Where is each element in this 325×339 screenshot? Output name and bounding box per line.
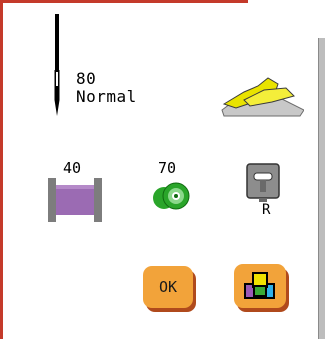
panel-right-edge (318, 38, 325, 339)
bobbin-thread-weight: 70 (158, 159, 177, 177)
needle-size-text: 80 (76, 69, 97, 88)
sewing-needle-icon (54, 14, 60, 116)
bobbin-icon (153, 182, 190, 210)
presser-foot-label: R (262, 202, 271, 218)
needle-type-text: Normal (76, 87, 137, 106)
upper-thread-weight: 40 (63, 159, 82, 177)
thread-spool-icon (48, 178, 102, 222)
ok-button-label: OK (158, 278, 178, 296)
panel-top-border (0, 0, 248, 3)
panel-left-border (0, 0, 3, 339)
thread-settings-panel: 80 Normal 40 70 R OK (0, 0, 325, 339)
color-blocks-icon (244, 272, 275, 299)
presser-foot-icon[interactable] (220, 76, 304, 118)
color-blocks-button[interactable] (234, 264, 286, 308)
ok-button[interactable]: OK (143, 266, 193, 308)
